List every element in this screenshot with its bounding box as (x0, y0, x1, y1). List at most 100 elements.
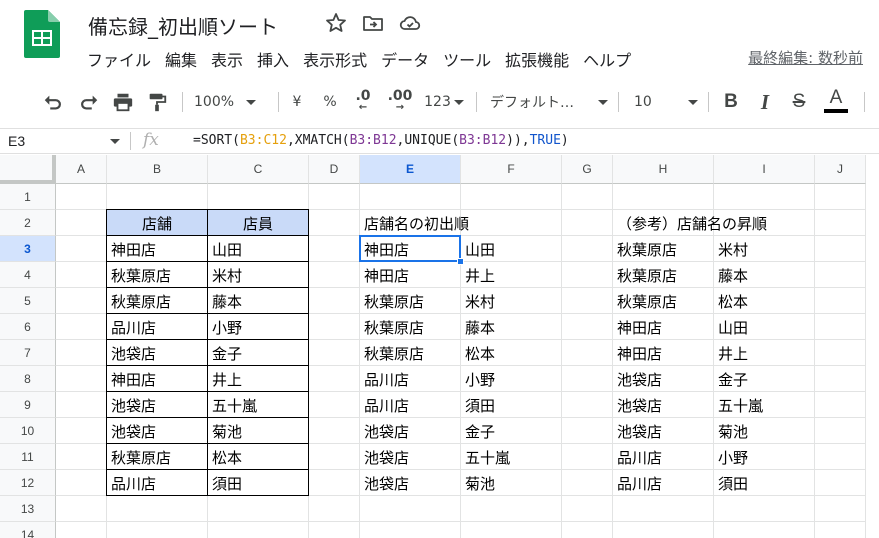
cell-f7[interactable]: 松本 (461, 340, 562, 366)
column-header-c[interactable]: C (208, 155, 309, 184)
cell-c1[interactable] (208, 184, 309, 210)
cell-d6[interactable] (309, 314, 360, 340)
cell-g2[interactable] (562, 210, 613, 236)
cell-b7[interactable]: 池袋店 (106, 339, 208, 366)
cell-f4[interactable]: 井上 (461, 262, 562, 288)
column-header-j[interactable]: J (815, 155, 866, 184)
formula-input[interactable]: =SORT(B3:C12,XMATCH(B3:B12,UNIQUE(B3:B12… (193, 133, 569, 148)
menu-tools[interactable]: ツール (436, 44, 498, 74)
cell-f1[interactable] (461, 184, 562, 210)
cell-b1[interactable] (107, 184, 208, 210)
menu-insert[interactable]: 挿入 (250, 44, 296, 74)
cell-d8[interactable] (309, 366, 360, 392)
row-header-5[interactable]: 5 (0, 288, 56, 314)
menu-extensions[interactable]: 拡張機能 (498, 44, 576, 74)
cell-f12[interactable]: 菊池 (461, 470, 562, 496)
cell-j9[interactable] (815, 392, 866, 418)
sheets-logo-icon[interactable] (24, 10, 60, 58)
currency-format-button[interactable]: ¥ (288, 86, 306, 118)
cell-j11[interactable] (815, 444, 866, 470)
document-title[interactable]: 備忘録_初出順ソート (88, 11, 278, 40)
cell-j8[interactable] (815, 366, 866, 392)
cell-e9[interactable]: 品川店 (360, 392, 461, 418)
cell-e5[interactable]: 秋葉原店 (360, 288, 461, 314)
cell-e2[interactable]: 店舗名の初出順 (360, 210, 469, 236)
row-header-14[interactable]: 14 (0, 522, 56, 538)
fill-handle[interactable] (457, 258, 464, 265)
cell-c6[interactable]: 小野 (207, 313, 309, 340)
cell-b14[interactable] (107, 522, 208, 538)
cell-g5[interactable] (562, 288, 613, 314)
column-header-i[interactable]: I (714, 155, 815, 184)
cell-c11[interactable]: 松本 (207, 443, 309, 470)
cell-j14[interactable] (815, 522, 866, 538)
cell-a10[interactable] (56, 418, 107, 444)
cell-d11[interactable] (309, 444, 360, 470)
cell-i3[interactable]: 米村 (714, 236, 815, 262)
cell-f8[interactable]: 小野 (461, 366, 562, 392)
cell-f13[interactable] (461, 496, 562, 522)
cell-i13[interactable] (714, 496, 815, 522)
cell-g12[interactable] (562, 470, 613, 496)
text-color-button[interactable]: A (822, 86, 850, 118)
cell-j13[interactable] (815, 496, 866, 522)
cell-g14[interactable] (562, 522, 613, 538)
row-header-2[interactable]: 2 (0, 210, 56, 236)
cell-a4[interactable] (56, 262, 107, 288)
cell-e7[interactable]: 秋葉原店 (360, 340, 461, 366)
cell-f2[interactable] (461, 210, 562, 236)
cell-a3[interactable] (56, 236, 107, 262)
cell-h11[interactable]: 品川店 (613, 444, 714, 470)
row-header-10[interactable]: 10 (0, 418, 56, 444)
cell-h14[interactable] (613, 522, 714, 538)
cell-a13[interactable] (56, 496, 107, 522)
cell-c4[interactable]: 米村 (207, 261, 309, 288)
cell-b2[interactable]: 店舗 (106, 209, 208, 236)
cell-d14[interactable] (309, 522, 360, 538)
star-icon[interactable] (324, 11, 348, 35)
cell-d2[interactable] (309, 210, 360, 236)
cell-e11[interactable]: 池袋店 (360, 444, 461, 470)
row-header-1[interactable]: 1 (0, 184, 56, 210)
cell-j4[interactable] (815, 262, 866, 288)
print-button[interactable] (108, 86, 138, 118)
cell-i12[interactable]: 須田 (714, 470, 815, 496)
bold-button[interactable]: B (720, 86, 742, 118)
cell-d9[interactable] (309, 392, 360, 418)
row-header-11[interactable]: 11 (0, 444, 56, 470)
cell-a12[interactable] (56, 470, 107, 496)
cell-b3[interactable]: 神田店 (106, 235, 208, 262)
column-header-f[interactable]: F (461, 155, 562, 184)
row-header-8[interactable]: 8 (0, 366, 56, 392)
cell-h10[interactable]: 池袋店 (613, 418, 714, 444)
cell-b4[interactable]: 秋葉原店 (106, 261, 208, 288)
cell-a11[interactable] (56, 444, 107, 470)
cell-i9[interactable]: 五十嵐 (714, 392, 815, 418)
cell-e13[interactable] (360, 496, 461, 522)
cell-j5[interactable] (815, 288, 866, 314)
column-header-g[interactable]: G (562, 155, 613, 184)
spreadsheet-grid[interactable]: A B C D E F G H I J 1 2 3 4 5 6 7 8 9 10 11 12 13 14 店舗 店員 店舗名の初出順… (0, 155, 879, 538)
cell-i4[interactable]: 藤本 (714, 262, 815, 288)
cell-e10[interactable]: 池袋店 (360, 418, 461, 444)
cell-d5[interactable] (309, 288, 360, 314)
cell-e14[interactable] (360, 522, 461, 538)
cell-g8[interactable] (562, 366, 613, 392)
cell-g4[interactable] (562, 262, 613, 288)
more-formats-select[interactable]: 123 (422, 86, 466, 118)
cell-h9[interactable]: 池袋店 (613, 392, 714, 418)
cell-c14[interactable] (208, 522, 309, 538)
cell-h7[interactable]: 神田店 (613, 340, 714, 366)
cell-b11[interactable]: 秋葉原店 (106, 443, 208, 470)
cell-h4[interactable]: 秋葉原店 (613, 262, 714, 288)
strikethrough-button[interactable]: S (788, 86, 810, 118)
cell-f3[interactable]: 山田 (461, 236, 562, 262)
cell-h6[interactable]: 神田店 (613, 314, 714, 340)
cell-j1[interactable] (815, 184, 866, 210)
font-family-select[interactable]: デフォルト… (490, 86, 608, 118)
cell-a9[interactable] (56, 392, 107, 418)
cell-c8[interactable]: 井上 (207, 365, 309, 392)
move-folder-icon[interactable] (361, 11, 385, 35)
cell-i5[interactable]: 松本 (714, 288, 815, 314)
cell-a5[interactable] (56, 288, 107, 314)
